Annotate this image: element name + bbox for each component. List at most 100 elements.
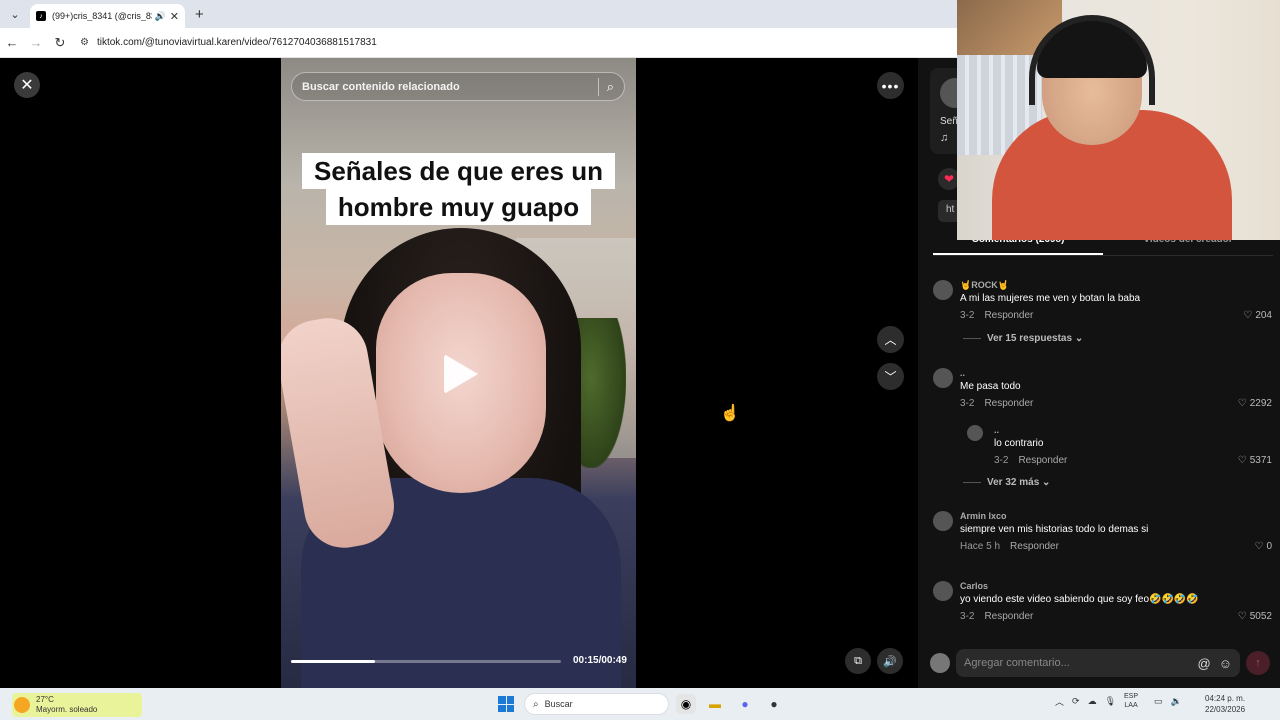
video-player[interactable]: Buscar contenido relacionado ⌕ Señales d… bbox=[281, 58, 636, 688]
commenter-name[interactable]: Armin Ixco bbox=[960, 511, 1007, 521]
clock-time: 04:24 p. m. bbox=[1205, 694, 1246, 703]
weather-temp: 27°C bbox=[36, 695, 54, 704]
display-icon[interactable]: ▭ bbox=[1154, 696, 1163, 707]
heart-outline-icon[interactable]: ♡ bbox=[1243, 310, 1252, 321]
volume-button[interactable]: 🔊 bbox=[877, 648, 903, 674]
mic-icon[interactable]: 🎙 bbox=[1105, 696, 1116, 707]
send-comment-button[interactable]: ↑ bbox=[1246, 651, 1270, 675]
commenter-name[interactable]: .. bbox=[960, 368, 965, 378]
comment-text: Me pasa todo bbox=[960, 381, 1021, 392]
windows-start-icon[interactable] bbox=[498, 696, 514, 712]
comment-date: 3-2 bbox=[960, 611, 975, 622]
app-icon[interactable]: ● bbox=[764, 694, 784, 714]
search-icon[interactable]: ⌕ bbox=[607, 79, 614, 95]
reply-button[interactable]: Responder bbox=[984, 398, 1033, 409]
weather-widget[interactable]: 27°C Mayorm. soleado bbox=[12, 693, 142, 717]
music-icon[interactable]: ♫ bbox=[940, 132, 948, 144]
browser-tab[interactable]: ♪ (99+)cris_8341 (@cris_8341 🔊 ✕ bbox=[30, 4, 185, 28]
comment-likes[interactable]: ♡ 0 bbox=[1254, 541, 1272, 552]
comment-date: 3-2 bbox=[960, 310, 975, 321]
sun-icon bbox=[14, 697, 30, 713]
new-tab-button[interactable]: + bbox=[195, 6, 204, 23]
clock[interactable]: 04:24 p. m. 22/03/2026 bbox=[1205, 693, 1245, 715]
commenter-name[interactable]: 🤘ROCK🤘 bbox=[960, 280, 1009, 291]
related-search-input[interactable]: Buscar contenido relacionado ⌕ bbox=[291, 72, 625, 101]
comment-likes[interactable]: ♡ 5052 bbox=[1238, 611, 1272, 622]
like-count: 5371 bbox=[1249, 455, 1272, 466]
commenter-avatar[interactable] bbox=[967, 425, 983, 441]
reply-button[interactable]: Responder bbox=[1018, 455, 1067, 466]
language-indicator[interactable]: ESP LAA bbox=[1124, 692, 1146, 710]
comment-input[interactable]: Agregar comentario... @ ☺ bbox=[956, 649, 1240, 677]
commenter-avatar[interactable] bbox=[933, 511, 953, 531]
next-video-button[interactable]: ﹀ bbox=[877, 363, 904, 390]
comment-date: 3-2 bbox=[994, 455, 1009, 466]
commenter-name[interactable]: .. bbox=[994, 425, 999, 435]
language-code: ESP bbox=[1124, 693, 1139, 700]
commenter-avatar[interactable] bbox=[933, 581, 953, 601]
chrome-icon[interactable]: ◉ bbox=[676, 694, 696, 714]
reply-button[interactable]: Responder bbox=[984, 611, 1033, 622]
reload-button[interactable]: ↻ bbox=[48, 35, 72, 51]
play-icon[interactable] bbox=[444, 354, 478, 394]
back-button[interactable]: ← bbox=[0, 35, 24, 50]
previous-video-button[interactable]: ︿ bbox=[877, 326, 904, 353]
speaker-icon[interactable]: 🔊 bbox=[155, 11, 166, 22]
taskbar-search[interactable]: ⌕ Buscar bbox=[524, 693, 669, 715]
url-text: tiktok.com/@tunoviavirtual.karen/video/7… bbox=[96, 37, 377, 48]
webcam-overlay bbox=[957, 0, 1280, 240]
sync-icon[interactable]: ⟳ bbox=[1072, 696, 1080, 707]
weather-text: 27°C Mayorm. soleado bbox=[36, 695, 97, 715]
commenter-avatar[interactable] bbox=[933, 280, 953, 300]
forward-button[interactable]: → bbox=[24, 35, 48, 50]
video-time: 00:15/00:49 bbox=[573, 655, 627, 666]
comment-likes[interactable]: ♡ 2292 bbox=[1238, 398, 1272, 409]
like-count: 2292 bbox=[1249, 398, 1272, 409]
weather-condition: Mayorm. soleado bbox=[36, 705, 98, 714]
view-more-replies-button[interactable]: Ver 32 más ⌄ bbox=[963, 477, 1050, 488]
like-count: 204 bbox=[1255, 310, 1272, 321]
url-field[interactable]: ⚙ tiktok.com/@tunoviavirtual.karen/video… bbox=[80, 30, 950, 55]
network-icon[interactable]: ☁ bbox=[1088, 696, 1097, 707]
view-replies-label: Ver 15 respuestas bbox=[987, 333, 1073, 344]
video-caption: Señales de que eres un hombre muy guapo bbox=[281, 153, 636, 225]
more-options-button[interactable]: ••• bbox=[877, 72, 904, 99]
comment-meta: 3-2 Responder bbox=[960, 310, 1033, 321]
like-count: 0 bbox=[1266, 541, 1272, 552]
comment-meta: 3-2 Responder bbox=[960, 398, 1033, 409]
comment-text: lo contrario bbox=[994, 438, 1044, 449]
discord-icon[interactable]: ● bbox=[735, 694, 755, 714]
mention-icon[interactable]: @ bbox=[1198, 656, 1211, 671]
view-replies-button[interactable]: Ver 15 respuestas ⌄ bbox=[963, 333, 1083, 344]
reply-button[interactable]: Responder bbox=[1010, 541, 1059, 552]
comment-text: A mi las mujeres me ven y botan la baba bbox=[960, 293, 1141, 304]
caption-line-1: Señales de que eres un bbox=[301, 153, 615, 189]
reply-button[interactable]: Responder bbox=[984, 310, 1033, 321]
site-info-icon[interactable]: ⚙ bbox=[80, 37, 89, 48]
progress-fill bbox=[291, 660, 375, 663]
volume-icon[interactable]: 🔉 bbox=[1171, 696, 1182, 707]
comment-likes[interactable]: ♡ 5371 bbox=[1238, 455, 1272, 466]
view-more-label: Ver 32 más bbox=[987, 477, 1040, 488]
emoji-icon[interactable]: ☺ bbox=[1219, 656, 1232, 671]
replies-divider bbox=[963, 481, 981, 483]
windows-taskbar: 27°C Mayorm. soleado ⌕ Buscar ◉ ▬ ● ● ︿ ⟳… bbox=[0, 688, 1280, 720]
heart-outline-icon[interactable]: ♡ bbox=[1238, 611, 1247, 622]
progress-bar[interactable] bbox=[291, 660, 561, 663]
heart-outline-icon[interactable]: ♡ bbox=[1238, 398, 1247, 409]
tab-search-button[interactable]: ⌄ bbox=[4, 4, 26, 24]
hand-cursor-icon: ☝ bbox=[720, 405, 740, 422]
heart-outline-icon[interactable]: ♡ bbox=[1238, 455, 1247, 466]
like-count: 5052 bbox=[1249, 611, 1272, 622]
commenter-name[interactable]: Carlos bbox=[960, 581, 988, 591]
miniplayer-button[interactable]: ⧉ bbox=[845, 648, 871, 674]
heart-outline-icon[interactable]: ♡ bbox=[1254, 541, 1263, 552]
my-avatar bbox=[930, 653, 950, 673]
tiktok-favicon-icon: ♪ bbox=[36, 11, 46, 21]
close-viewer-button[interactable]: ✕ bbox=[14, 72, 40, 98]
file-explorer-icon[interactable]: ▬ bbox=[705, 694, 725, 714]
comment-likes[interactable]: ♡ 204 bbox=[1243, 310, 1272, 321]
commenter-avatar[interactable] bbox=[933, 368, 953, 388]
close-tab-icon[interactable]: ✕ bbox=[170, 10, 179, 23]
tray-overflow-icon[interactable]: ︿ bbox=[1055, 695, 1064, 708]
